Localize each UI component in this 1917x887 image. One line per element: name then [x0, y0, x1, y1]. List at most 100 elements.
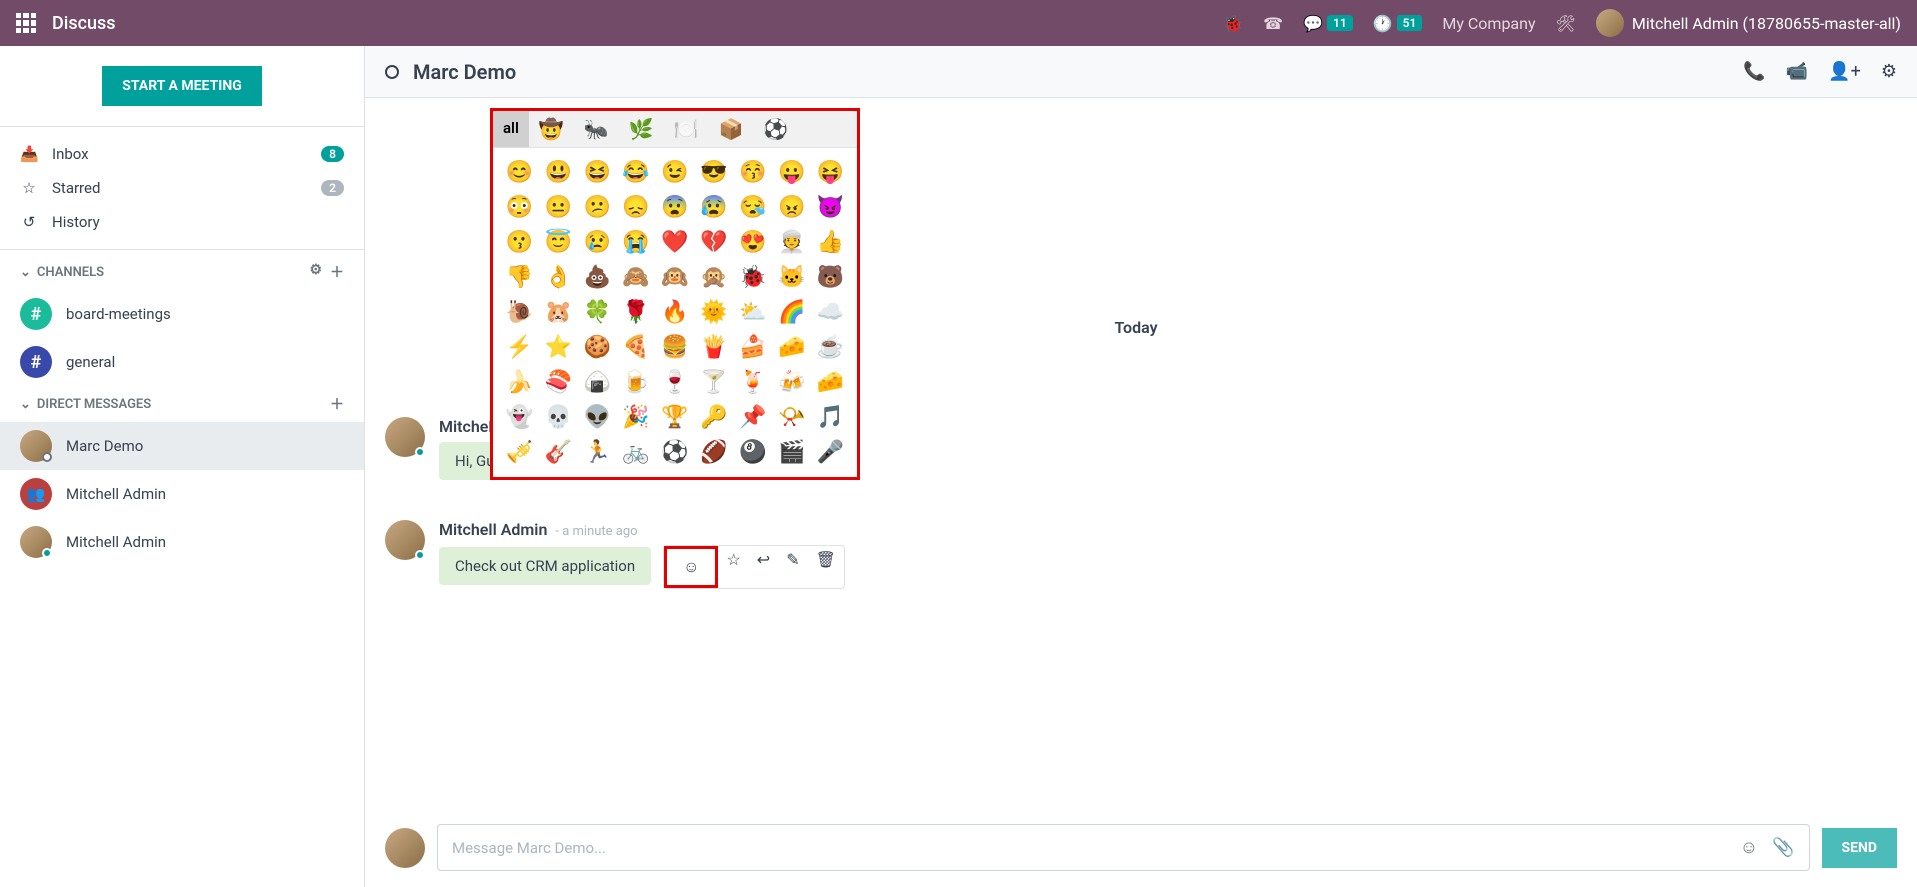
emoji-option[interactable]: ⚡	[505, 335, 534, 360]
emoji-option[interactable]: 😆	[583, 160, 612, 185]
emoji-option[interactable]: 🎱	[738, 440, 767, 465]
call-icon[interactable]: 📞	[1743, 61, 1765, 82]
emoji-tab-food[interactable]: 🍽️	[664, 111, 709, 147]
start-meeting-button[interactable]: START A MEETING	[102, 66, 262, 106]
emoji-option[interactable]: 👌	[544, 265, 573, 290]
emoji-option[interactable]: 🧀	[777, 335, 806, 360]
emoji-tab-all[interactable]: all	[493, 111, 529, 147]
emoji-option[interactable]: 😠	[777, 195, 806, 220]
emoji-option[interactable]: 😇	[544, 230, 573, 255]
emoji-option[interactable]: 🎵	[816, 405, 845, 430]
bug-icon[interactable]: 🐞	[1223, 14, 1243, 33]
emoji-option[interactable]: 🏈	[699, 440, 728, 465]
support-icon[interactable]: ☎	[1263, 14, 1283, 33]
add-user-icon[interactable]: 👤+	[1828, 61, 1861, 82]
emoji-option[interactable]: ❤️	[661, 230, 690, 255]
emoji-option[interactable]: 👍	[816, 230, 845, 255]
emoji-option[interactable]: 😝	[816, 160, 845, 185]
activities-icon[interactable]: 🕐51	[1373, 14, 1423, 33]
emoji-option[interactable]: 🎤	[816, 440, 845, 465]
emoji-option[interactable]: 🐱	[777, 265, 806, 290]
emoji-option[interactable]: ⚽	[661, 440, 690, 465]
emoji-option[interactable]: 🍣	[544, 370, 573, 395]
emoji-tab-animals[interactable]: 🐜	[574, 111, 619, 147]
emoji-option[interactable]: 😍	[738, 230, 767, 255]
emoji-option[interactable]: 💩	[583, 265, 612, 290]
emoji-option[interactable]: 🎺	[505, 440, 534, 465]
emoji-option[interactable]: 🚲	[622, 440, 651, 465]
emoji-option[interactable]: 😰	[699, 195, 728, 220]
send-button[interactable]: SEND	[1822, 828, 1897, 868]
dm-marc-demo[interactable]: Marc Demo	[0, 422, 364, 470]
debug-icon[interactable]: 🛠	[1556, 14, 1576, 33]
star-message-icon[interactable]: ☆	[718, 546, 748, 588]
emoji-option[interactable]: 🌈	[777, 300, 806, 325]
emoji-option[interactable]: 🐞	[738, 265, 767, 290]
emoji-option[interactable]: 💀	[544, 405, 573, 430]
emoji-option[interactable]: 🐻	[816, 265, 845, 290]
sidebar-item-starred[interactable]: ☆ Starred 2	[0, 171, 364, 205]
emoji-option[interactable]: 😨	[661, 195, 690, 220]
emoji-option[interactable]: 🍹	[738, 370, 767, 395]
emoji-option[interactable]: 🌹	[622, 300, 651, 325]
emoji-option[interactable]: 👽	[583, 405, 612, 430]
emoji-option[interactable]: 📌	[738, 405, 767, 430]
emoji-option[interactable]: 😕	[583, 195, 612, 220]
reply-icon[interactable]: ↩	[749, 546, 778, 588]
gear-icon[interactable]: ⚙	[309, 262, 322, 282]
emoji-option[interactable]: 😪	[738, 195, 767, 220]
emoji-option[interactable]: 🙊	[699, 265, 728, 290]
emoji-option[interactable]: 😢	[583, 230, 612, 255]
edit-icon[interactable]: ✎	[778, 546, 807, 588]
emoji-option[interactable]: 😃	[544, 160, 573, 185]
emoji-option[interactable]: 😳	[505, 195, 534, 220]
emoji-option[interactable]: 🍀	[583, 300, 612, 325]
emoji-option[interactable]: 😎	[699, 160, 728, 185]
sidebar-item-inbox[interactable]: 📥 Inbox 8	[0, 137, 364, 171]
dm-mitchell-admin-group[interactable]: 👥 Mitchell Admin	[0, 470, 364, 518]
chevron-down-icon[interactable]: ⌄	[20, 397, 31, 412]
emoji-tab-objects[interactable]: 📦	[708, 111, 753, 147]
emoji-option[interactable]: 🔑	[699, 405, 728, 430]
emoji-option[interactable]: 🍔	[661, 335, 690, 360]
emoji-tab-activity[interactable]: ⚽	[753, 111, 798, 147]
emoji-option[interactable]: 🎬	[777, 440, 806, 465]
delete-icon[interactable]: 🗑	[808, 546, 844, 588]
emoji-option[interactable]: 😐	[544, 195, 573, 220]
emoji-option[interactable]: 👳	[777, 230, 806, 255]
apps-menu-icon[interactable]	[16, 13, 36, 33]
emoji-option[interactable]: 💔	[699, 230, 728, 255]
add-channel-icon[interactable]: ＋	[330, 262, 344, 282]
channel-board-meetings[interactable]: # board-meetings	[0, 290, 364, 338]
emoji-option[interactable]: 🐹	[544, 300, 573, 325]
emoji-option[interactable]: 🌞	[699, 300, 728, 325]
composer-input[interactable]: Message Marc Demo... ☺ 📎	[437, 824, 1810, 871]
emoji-option[interactable]: 🏃	[583, 440, 612, 465]
emoji-option[interactable]: 🍪	[583, 335, 612, 360]
emoji-option[interactable]: 🏆	[661, 405, 690, 430]
emoji-option[interactable]: ⛅	[738, 300, 767, 325]
emoji-option[interactable]: 🎸	[544, 440, 573, 465]
emoji-option[interactable]: 😗	[505, 230, 534, 255]
emoji-tab-nature[interactable]: 🌿	[619, 111, 664, 147]
emoji-option[interactable]: 🎉	[622, 405, 651, 430]
emoji-option[interactable]: 😈	[816, 195, 845, 220]
attachment-icon[interactable]: 📎	[1772, 837, 1794, 858]
emoji-option[interactable]: 🍻	[777, 370, 806, 395]
emoji-option[interactable]: 🐌	[505, 300, 534, 325]
dm-mitchell-admin[interactable]: Mitchell Admin	[0, 518, 364, 566]
emoji-option[interactable]: 🍕	[622, 335, 651, 360]
emoji-option[interactable]: ☁️	[816, 300, 845, 325]
emoji-option[interactable]: 🍰	[738, 335, 767, 360]
video-icon[interactable]: 📹	[1786, 61, 1808, 82]
chevron-down-icon[interactable]: ⌄	[20, 265, 31, 280]
messages-icon[interactable]: 💬11	[1303, 14, 1353, 33]
emoji-option[interactable]: 😛	[777, 160, 806, 185]
emoji-option[interactable]: 🍷	[661, 370, 690, 395]
emoji-option[interactable]: 🍸	[699, 370, 728, 395]
emoji-option[interactable]: 👎	[505, 265, 534, 290]
emoji-option[interactable]: 🍙	[583, 370, 612, 395]
emoji-option[interactable]: 😊	[505, 160, 534, 185]
channel-general[interactable]: # general	[0, 338, 364, 386]
emoji-option[interactable]: 🙉	[661, 265, 690, 290]
